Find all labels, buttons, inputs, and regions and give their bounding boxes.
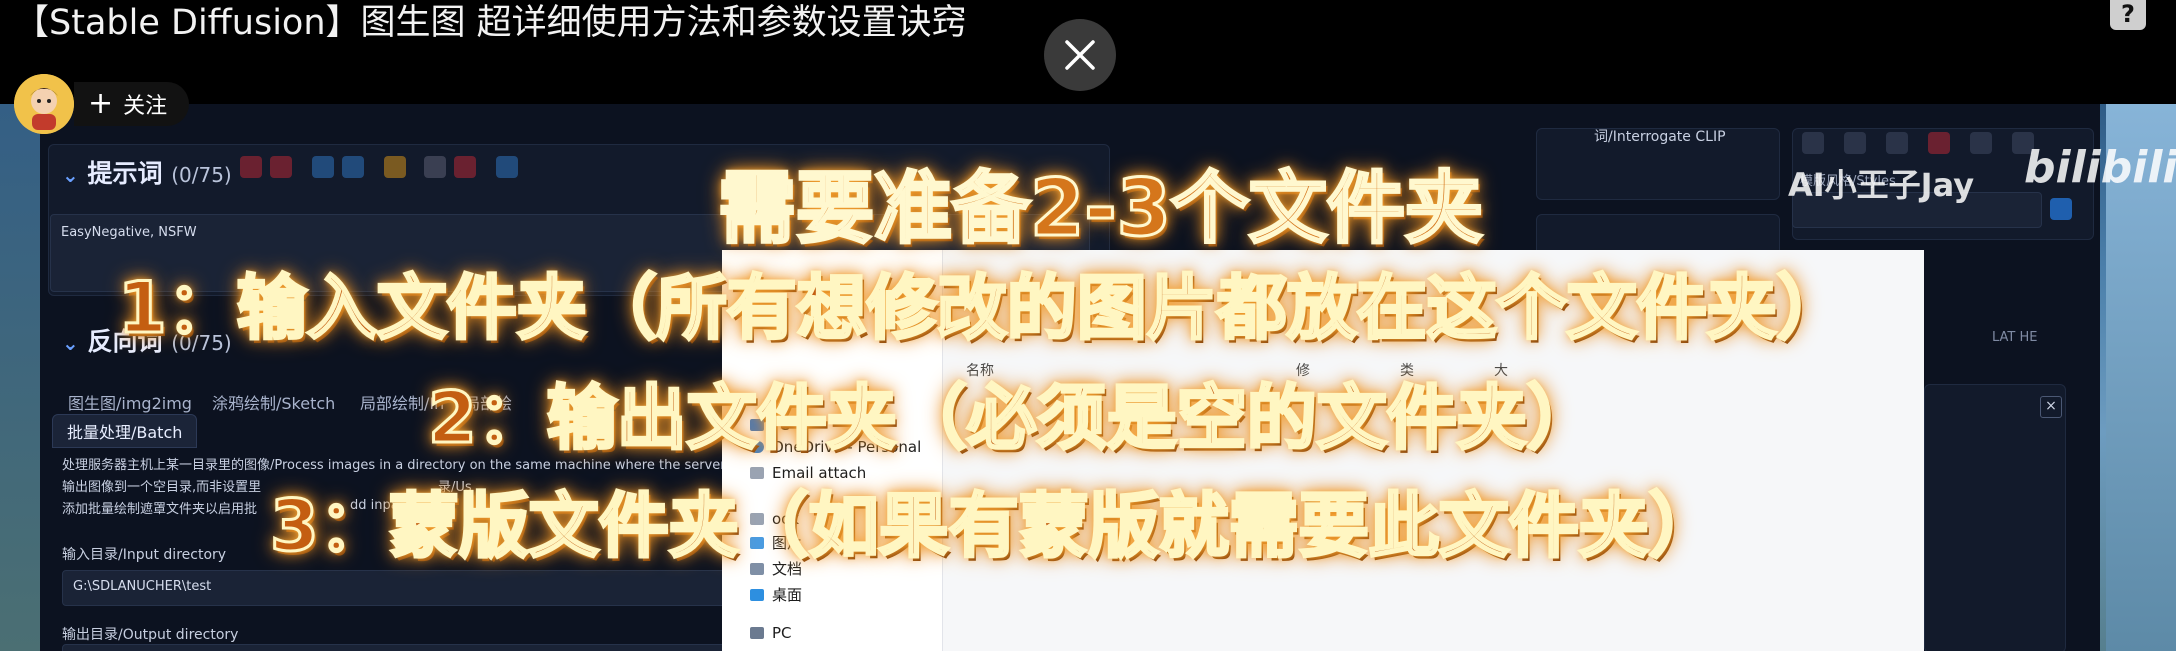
trash-icon[interactable] (1886, 132, 1908, 154)
paste-prompt-icon[interactable] (312, 156, 334, 178)
caption-line-3: 3：蒙版文件夹（如果有蒙版就需要此文件夹） (269, 484, 1721, 569)
bilibili-logo: bilibili (2024, 142, 2176, 193)
clear-prompt-icon[interactable] (240, 156, 262, 178)
output-directory-field[interactable] (62, 644, 742, 651)
avatar[interactable] (14, 74, 74, 134)
caption-line-2: 2：输出文件夹（必须是空的文件夹） (427, 376, 1599, 461)
paste-icon[interactable] (1844, 132, 1866, 154)
computer-icon (750, 627, 764, 639)
background-scenery-left (0, 104, 40, 651)
question-icon[interactable]: ? (2110, 0, 2146, 30)
caption-line-1: 1：输入文件夹（所有想修改的图片都放在这个文件夹） (117, 266, 1849, 351)
desktop-icon (750, 588, 764, 601)
output-directory-label: 输出目录/Output directory (62, 627, 239, 643)
video-title: 【Stable Diffusion】图生图 超详细使用方法和参数设置诀窍 (14, 3, 967, 43)
clipboard-icon[interactable] (1970, 132, 1992, 154)
batch-info-line-3: 添加批量绘制遮罩文件夹以启用批 (62, 502, 258, 517)
tab-img2img[interactable]: 图生图/img2img (68, 390, 192, 414)
close-icon (1065, 40, 1095, 70)
delete-prompt-icon[interactable] (270, 156, 292, 178)
image-icon[interactable] (384, 156, 406, 178)
brush-icon[interactable] (1802, 132, 1824, 154)
save-style-icon[interactable] (1928, 132, 1950, 154)
input-directory-field[interactable]: G:\SDLANUCHER\test (62, 570, 742, 606)
follow-button[interactable]: + 关注 (74, 82, 190, 126)
sidebar-item-pc[interactable]: PC (750, 624, 792, 642)
copy-icon[interactable] (424, 156, 446, 178)
tab-batch[interactable]: 批量处理/Batch (52, 414, 198, 448)
chevron-down-icon[interactable]: ⌄ (62, 163, 79, 187)
close-button[interactable] (1044, 19, 1116, 91)
settings-icon[interactable] (496, 156, 518, 178)
close-gallery-button[interactable]: × (2040, 396, 2062, 418)
prompt-heading: ⌄ 提示词 (0/75) (62, 159, 232, 188)
sidebar-item-desktop[interactable]: 桌面 (750, 584, 802, 605)
chevron-down-icon[interactable]: ⌄ (62, 331, 79, 355)
faint-text: LAT HE (1992, 330, 2038, 345)
bookmark-icon[interactable] (342, 156, 364, 178)
caption-heading: 需要准备2-3个文件夹 (717, 163, 1485, 256)
output-gallery-panel (1924, 384, 2066, 651)
tab-sketch[interactable]: 涂鸦绘制/Sketch (212, 390, 335, 414)
interrogate-clip-label: 词/Interrogate CLIP (1594, 129, 1726, 145)
trash-icon[interactable] (454, 156, 476, 178)
author-watermark: AI小王子Jay (1788, 166, 1975, 204)
input-directory-label: 输入目录/Input directory (62, 547, 227, 563)
plus-icon: + (88, 86, 114, 121)
batch-info-line-2: 输出图像到一个空目录,而非设置里 (62, 480, 262, 495)
follow-label: 关注 (123, 94, 168, 119)
refresh-icon[interactable] (2050, 198, 2072, 220)
